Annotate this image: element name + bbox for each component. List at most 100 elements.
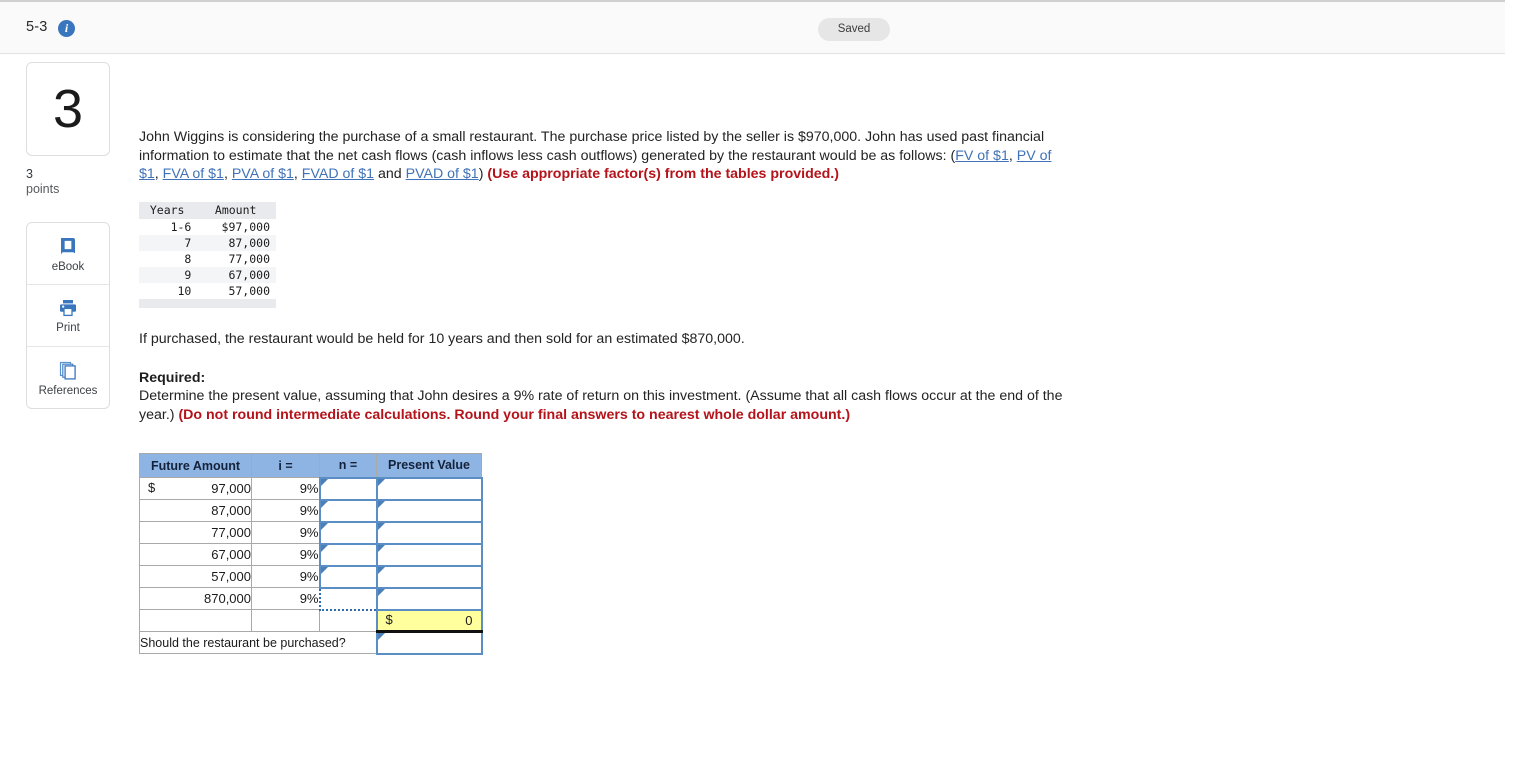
input-present-value-row-5[interactable] xyxy=(375,564,483,589)
cell-years: 10 xyxy=(177,283,192,298)
input-present-value-row-4[interactable] xyxy=(375,542,483,567)
table-row: 7 87,000 xyxy=(139,234,276,251)
cash-flow-data-table: Years Amount 1-6 $97,000 7 87,000 8 77,0… xyxy=(139,201,276,308)
input-periods-row-5[interactable] xyxy=(318,564,378,589)
link-fv-of-1[interactable]: FV of $1 xyxy=(955,148,1009,164)
tool-print[interactable]: Print xyxy=(27,285,109,347)
link-pvad-of-1[interactable]: PVAD of $1 xyxy=(406,166,479,182)
sep-4: and xyxy=(374,166,406,182)
cell-amount: 77,000 xyxy=(228,251,270,266)
answer-header-row: Future Amount i = n = Present Value xyxy=(139,453,482,478)
points-value: 3 xyxy=(26,167,33,181)
tool-references[interactable]: References xyxy=(27,347,109,408)
currency-symbol: $ xyxy=(148,480,156,495)
sep-0: , xyxy=(1008,147,1017,164)
table-footer-row xyxy=(139,298,276,308)
cell-amount: $97,000 xyxy=(221,219,270,234)
input-present-value-row-6[interactable] xyxy=(375,586,483,611)
currency-symbol: $ xyxy=(385,611,393,627)
answer-row: 67,000 9% xyxy=(139,542,483,567)
sep-3: , xyxy=(293,166,302,182)
cell-amount: 67,000 xyxy=(228,267,270,282)
tool-ebook-label: eBook xyxy=(51,260,85,273)
required-heading: Required: xyxy=(139,370,206,386)
top-header-bar: 5-3 i Saved xyxy=(0,0,1505,54)
total-present-value-cell: $ 0 xyxy=(375,608,483,633)
answer-row: 57,000 9% xyxy=(139,564,483,589)
future-amount-value: 97,000 xyxy=(211,481,251,496)
points-indicator: 3 points xyxy=(26,167,112,197)
input-present-value-row-3[interactable] xyxy=(375,520,483,545)
future-amount-value: 77,000 xyxy=(211,525,251,540)
answer-row: 77,000 9% xyxy=(139,520,483,545)
table-row: 10 57,000 xyxy=(139,283,276,299)
sep-1: , xyxy=(154,166,163,182)
cell-future-amount: 57,000 xyxy=(139,565,252,588)
input-periods-row-1[interactable] xyxy=(318,476,378,501)
question-badge-value: 3 xyxy=(52,79,84,139)
printer-icon xyxy=(57,298,79,318)
rounding-note: (Do not round intermediate calculations.… xyxy=(178,407,851,423)
column-header-present-value: Present Value xyxy=(376,453,482,478)
required-body: Determine the present value, assuming th… xyxy=(139,387,1069,425)
cell-interest-rate: 9% xyxy=(251,521,320,544)
tool-print-label: Print xyxy=(56,321,80,334)
link-fva-of-1[interactable]: FVA of $1 xyxy=(163,166,224,182)
column-header-periods: n = xyxy=(319,453,377,478)
info-icon[interactable]: i xyxy=(58,20,75,37)
answer-area: Future Amount i = n = Present Value $ 97… xyxy=(139,453,1139,655)
input-periods-row-2[interactable] xyxy=(318,498,378,523)
link-fvad-of-1[interactable]: FVAD of $1 xyxy=(302,166,374,182)
cell-future-amount: 77,000 xyxy=(139,521,252,544)
input-periods-row-6[interactable] xyxy=(318,586,378,611)
table-footer-bar xyxy=(139,298,276,308)
cell-interest-rate: 9% xyxy=(251,543,320,566)
left-rail: 3 3 points eBook Print References xyxy=(26,62,112,409)
input-present-value-row-1[interactable] xyxy=(375,476,483,501)
column-header-years: Years xyxy=(139,201,198,219)
present-value-answer-table: Future Amount i = n = Present Value $ 97… xyxy=(139,453,483,655)
future-amount-value: 57,000 xyxy=(211,569,251,584)
cell-amount: 57,000 xyxy=(228,283,270,298)
spacer-cell-interest-rate xyxy=(251,609,320,632)
answer-total-row: $ 0 xyxy=(139,608,483,633)
answer-question-row: Should the restaurant be purchased? xyxy=(139,630,483,655)
cell-years: 9 xyxy=(184,267,192,282)
holding-period-text: If purchased, the restaurant would be he… xyxy=(139,330,745,347)
cell-interest-rate: 9% xyxy=(251,587,320,610)
problem-statement: John Wiggins is considering the purchase… xyxy=(139,128,1069,184)
cell-interest-rate: 9% xyxy=(251,477,320,500)
future-amount-value: 67,000 xyxy=(211,547,251,562)
should-purchase-question-label: Should the restaurant be purchased? xyxy=(139,631,377,654)
cell-years: 1-6 xyxy=(170,219,192,234)
table-row: 8 77,000 xyxy=(139,251,276,267)
status-badge-saved: Saved xyxy=(818,18,890,41)
cell-interest-rate: 9% xyxy=(251,565,320,588)
cell-future-amount: 67,000 xyxy=(139,543,252,566)
question-number-badge: 3 xyxy=(26,62,110,156)
question-number-label: 5-3 xyxy=(26,19,48,35)
cell-future-amount: 87,000 xyxy=(139,499,252,522)
tool-ebook[interactable]: eBook xyxy=(27,223,109,285)
sep-2: , xyxy=(223,166,232,182)
ebook-icon xyxy=(57,235,79,257)
question-content: John Wiggins is considering the purchase… xyxy=(139,128,1139,655)
table-header-row: Years Amount xyxy=(139,201,276,219)
spacer-cell-periods xyxy=(319,609,377,632)
input-periods-row-3[interactable] xyxy=(318,520,378,545)
use-factors-note: (Use appropriate factor(s) from the tabl… xyxy=(487,166,839,182)
future-amount-value: 87,000 xyxy=(211,503,251,518)
input-should-purchase[interactable] xyxy=(375,630,483,655)
points-label: points xyxy=(26,182,60,196)
cell-amount: 87,000 xyxy=(228,235,270,250)
answer-row: 870,000 9% xyxy=(139,586,483,611)
input-periods-row-4[interactable] xyxy=(318,542,378,567)
input-present-value-row-2[interactable] xyxy=(375,498,483,523)
column-header-interest-rate: i = xyxy=(251,453,320,478)
cell-years: 8 xyxy=(184,251,192,266)
cell-future-amount: 870,000 xyxy=(139,587,252,610)
link-pva-of-1[interactable]: PVA of $1 xyxy=(232,166,294,182)
column-header-future-amount: Future Amount xyxy=(139,453,252,478)
cell-interest-rate: 9% xyxy=(251,499,320,522)
references-icon xyxy=(57,359,79,381)
